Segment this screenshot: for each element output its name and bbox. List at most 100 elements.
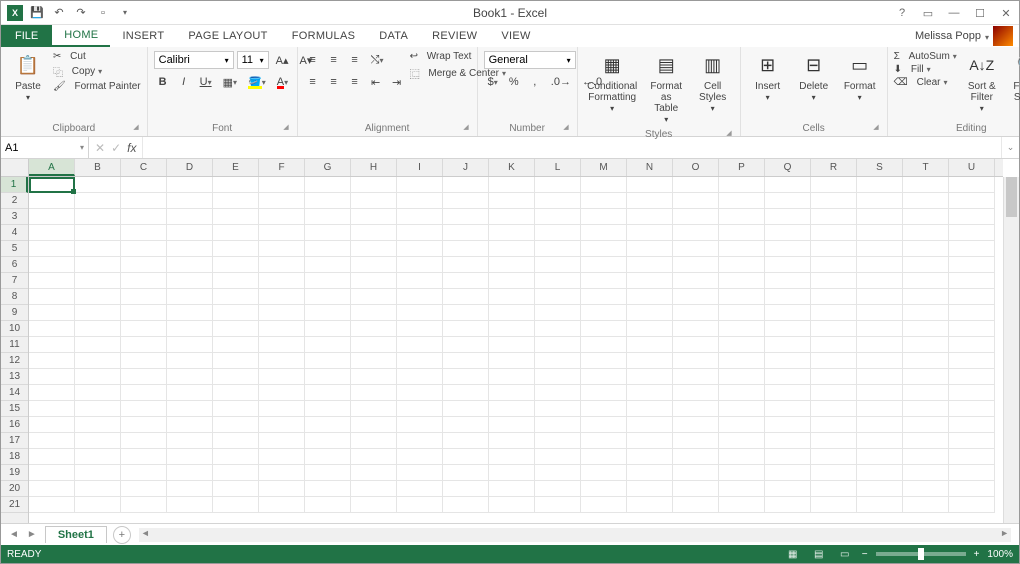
cell[interactable] bbox=[489, 225, 535, 241]
vertical-scrollbar[interactable] bbox=[1003, 177, 1019, 523]
cell[interactable] bbox=[121, 465, 167, 481]
cell[interactable] bbox=[811, 337, 857, 353]
font-name-select[interactable]: Calibri▾ bbox=[154, 51, 234, 69]
cell[interactable] bbox=[765, 289, 811, 305]
cell[interactable] bbox=[259, 209, 305, 225]
format-as-table-button[interactable]: ▤Format as Table▾ bbox=[645, 51, 688, 127]
cell[interactable] bbox=[627, 401, 673, 417]
cell[interactable] bbox=[581, 177, 627, 193]
cell[interactable] bbox=[811, 225, 857, 241]
cell[interactable] bbox=[29, 401, 75, 417]
cell[interactable] bbox=[305, 177, 351, 193]
cell[interactable] bbox=[443, 433, 489, 449]
user-menu-icon[interactable] bbox=[985, 27, 989, 45]
cell[interactable] bbox=[489, 353, 535, 369]
cell[interactable] bbox=[489, 401, 535, 417]
cell[interactable] bbox=[443, 401, 489, 417]
insert-button[interactable]: ⊞Insert▾ bbox=[747, 51, 789, 105]
cell[interactable] bbox=[903, 321, 949, 337]
cell[interactable] bbox=[351, 241, 397, 257]
cell[interactable] bbox=[627, 209, 673, 225]
cell[interactable] bbox=[857, 209, 903, 225]
cell[interactable] bbox=[443, 417, 489, 433]
cell[interactable] bbox=[305, 353, 351, 369]
cell[interactable] bbox=[535, 289, 581, 305]
cell[interactable] bbox=[259, 353, 305, 369]
cell[interactable] bbox=[167, 337, 213, 353]
cell[interactable] bbox=[949, 177, 995, 193]
cell[interactable] bbox=[397, 417, 443, 433]
row-header[interactable]: 19 bbox=[1, 465, 28, 481]
cell[interactable] bbox=[443, 209, 489, 225]
cell[interactable] bbox=[765, 385, 811, 401]
cell[interactable] bbox=[259, 305, 305, 321]
cell[interactable] bbox=[673, 369, 719, 385]
cell[interactable] bbox=[213, 305, 259, 321]
row-header[interactable]: 9 bbox=[1, 305, 28, 321]
cell[interactable] bbox=[903, 433, 949, 449]
cell[interactable] bbox=[765, 353, 811, 369]
cell[interactable] bbox=[75, 481, 121, 497]
cell[interactable] bbox=[397, 481, 443, 497]
cell[interactable] bbox=[673, 193, 719, 209]
cell[interactable] bbox=[765, 337, 811, 353]
cell[interactable] bbox=[305, 449, 351, 465]
cell[interactable] bbox=[75, 417, 121, 433]
cell[interactable] bbox=[167, 401, 213, 417]
row-header[interactable]: 20 bbox=[1, 481, 28, 497]
cell[interactable] bbox=[121, 257, 167, 273]
increase-font-icon[interactable]: A▴ bbox=[272, 51, 293, 69]
user-avatar[interactable] bbox=[993, 26, 1013, 46]
cell[interactable] bbox=[903, 481, 949, 497]
cell[interactable] bbox=[259, 177, 305, 193]
cell[interactable] bbox=[627, 177, 673, 193]
cell[interactable] bbox=[121, 289, 167, 305]
cell[interactable] bbox=[351, 193, 397, 209]
cell[interactable] bbox=[259, 321, 305, 337]
cell[interactable] bbox=[351, 385, 397, 401]
cell[interactable] bbox=[719, 305, 765, 321]
row-header[interactable]: 4 bbox=[1, 225, 28, 241]
cell[interactable] bbox=[949, 497, 995, 513]
column-header[interactable]: H bbox=[351, 159, 397, 176]
cell[interactable] bbox=[949, 353, 995, 369]
autosum-button[interactable]: Σ AutoSum bbox=[894, 51, 957, 62]
normal-view-icon[interactable]: ▦ bbox=[784, 547, 802, 561]
find-select-button[interactable]: 🔍Find & Select▾ bbox=[1007, 51, 1020, 116]
cell[interactable] bbox=[719, 257, 765, 273]
column-header[interactable]: O bbox=[673, 159, 719, 176]
cell[interactable] bbox=[397, 353, 443, 369]
tab-home[interactable]: HOME bbox=[52, 25, 110, 47]
minimize-icon[interactable]: — bbox=[945, 4, 963, 22]
cell[interactable] bbox=[673, 433, 719, 449]
cell[interactable] bbox=[581, 497, 627, 513]
fx-icon[interactable]: fx bbox=[127, 141, 136, 155]
cell[interactable] bbox=[213, 321, 259, 337]
cell[interactable] bbox=[811, 401, 857, 417]
cell[interactable] bbox=[903, 289, 949, 305]
cell[interactable] bbox=[29, 417, 75, 433]
cell[interactable] bbox=[351, 369, 397, 385]
cell[interactable] bbox=[121, 273, 167, 289]
cell[interactable] bbox=[213, 481, 259, 497]
cell[interactable] bbox=[29, 257, 75, 273]
cell[interactable] bbox=[719, 385, 765, 401]
cell[interactable] bbox=[259, 193, 305, 209]
cell[interactable] bbox=[305, 305, 351, 321]
cell[interactable] bbox=[765, 177, 811, 193]
maximize-icon[interactable]: ☐ bbox=[971, 4, 989, 22]
cell[interactable] bbox=[857, 353, 903, 369]
column-header[interactable]: M bbox=[581, 159, 627, 176]
cell[interactable] bbox=[627, 353, 673, 369]
cell[interactable] bbox=[719, 481, 765, 497]
cell[interactable] bbox=[765, 465, 811, 481]
column-header[interactable]: S bbox=[857, 159, 903, 176]
cell[interactable] bbox=[213, 433, 259, 449]
cell[interactable] bbox=[903, 273, 949, 289]
cell[interactable] bbox=[765, 497, 811, 513]
cell[interactable] bbox=[259, 369, 305, 385]
cell[interactable] bbox=[765, 417, 811, 433]
cell-styles-button[interactable]: ▥Cell Styles▾ bbox=[692, 51, 734, 116]
cell[interactable] bbox=[75, 433, 121, 449]
cell[interactable] bbox=[305, 417, 351, 433]
